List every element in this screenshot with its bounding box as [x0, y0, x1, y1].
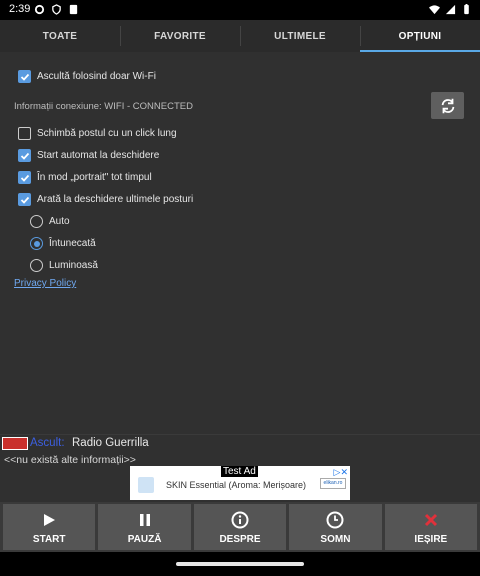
sim-card-icon	[69, 4, 78, 15]
connection-info: Informații conexiune: WIFI - CONNECTED	[14, 101, 193, 112]
close-icon	[424, 513, 437, 526]
now-playing-info: <<nu există alte informații>>	[4, 454, 136, 466]
ad-area: Test Ad SKIN Essential (Aroma: Merișoare…	[0, 466, 480, 502]
long-click-option[interactable]: Schimbă postul cu un click lung	[18, 127, 177, 140]
status-bar: 2:39	[0, 0, 480, 20]
about-label: DESPRE	[219, 533, 261, 545]
check-icon	[20, 152, 29, 160]
pause-button[interactable]: PAUZĂ	[98, 504, 191, 550]
tab-optiuni[interactable]: OPȚIUNI	[360, 20, 480, 52]
gear-icon	[34, 4, 45, 15]
now-playing-station: Radio Guerrilla	[72, 437, 149, 449]
control-bar: START PAUZĂ DESPRE SOMN IEȘIRE	[0, 502, 480, 552]
info-icon	[231, 511, 249, 528]
home-gesture-handle[interactable]	[176, 562, 304, 566]
status-time: 2:39	[9, 3, 31, 15]
portrait-label: În mod „portrait" tot timpul	[37, 172, 152, 183]
play-icon	[44, 513, 56, 526]
pause-label: PAUZĂ	[127, 533, 162, 545]
theme-auto-option[interactable]: Auto	[30, 215, 70, 228]
tab-ultimele[interactable]: ULTIMELE	[240, 20, 360, 52]
tab-bar: TOATE FAVORITE ULTIMELE OPȚIUNI	[0, 20, 480, 52]
wifi-only-option[interactable]: Ascultă folosind doar Wi-Fi	[18, 70, 156, 83]
ad-brand-logo: elikan.ro	[320, 478, 346, 489]
long-click-label: Schimbă postul cu un click lung	[37, 128, 177, 139]
about-button[interactable]: DESPRE	[193, 504, 287, 550]
now-playing-bar: Ascult: Radio Guerrilla <<nu există alte…	[0, 434, 480, 466]
ad-text: SKIN Essential (Aroma: Merișoare)	[166, 480, 307, 490]
system-nav-bar	[0, 552, 480, 576]
exit-label: IEȘIRE	[414, 533, 448, 545]
wifi-only-label: Ascultă folosind doar Wi-Fi	[37, 71, 156, 82]
privacy-policy-link[interactable]: Privacy Policy	[14, 278, 76, 289]
wifi-only-checkbox[interactable]	[18, 70, 31, 83]
pause-icon	[139, 513, 150, 526]
refresh-icon	[441, 98, 454, 113]
ad-label: Test Ad	[221, 466, 258, 477]
sleep-label: SOMN	[320, 533, 351, 545]
check-icon	[20, 196, 29, 204]
auto-start-label: Start automat la deschidere	[37, 150, 160, 161]
shield-icon	[52, 4, 61, 15]
tab-favorite[interactable]: FAVORITE	[120, 20, 240, 52]
exit-button[interactable]: IEȘIRE	[384, 504, 478, 550]
check-icon	[20, 174, 29, 182]
show-recent-option[interactable]: Arată la deschidere ultimele posturi	[18, 193, 193, 206]
battery-icon	[464, 4, 469, 15]
show-recent-label: Arată la deschidere ultimele posturi	[37, 194, 194, 205]
ad-product-image	[138, 477, 154, 493]
station-logo	[2, 437, 28, 450]
clock-icon	[326, 511, 344, 528]
theme-light-option[interactable]: Luminoasă	[30, 259, 98, 272]
theme-dark-label: Întunecată	[49, 238, 96, 249]
portrait-option[interactable]: În mod „portrait" tot timpul	[18, 171, 152, 184]
check-icon	[20, 73, 29, 81]
ad-banner[interactable]: Test Ad SKIN Essential (Aroma: Merișoare…	[130, 466, 350, 500]
now-playing-label: Ascult:	[30, 437, 65, 449]
theme-dark-radio[interactable]	[30, 237, 43, 250]
sleep-button[interactable]: SOMN	[289, 504, 382, 550]
start-label: START	[32, 533, 66, 545]
theme-dark-option[interactable]: Întunecată	[30, 237, 96, 250]
options-panel: Ascultă folosind doar Wi-Fi Informații c…	[0, 52, 480, 434]
theme-auto-radio[interactable]	[30, 215, 43, 228]
signal-icon	[445, 4, 456, 15]
portrait-checkbox[interactable]	[18, 171, 31, 184]
auto-start-checkbox[interactable]	[18, 149, 31, 162]
theme-light-radio[interactable]	[30, 259, 43, 272]
theme-light-label: Luminoasă	[49, 260, 98, 271]
ad-close-icon[interactable]: ▷✕	[334, 467, 348, 478]
wifi-icon	[429, 5, 440, 15]
show-recent-checkbox[interactable]	[18, 193, 31, 206]
theme-auto-label: Auto	[49, 216, 70, 227]
refresh-button[interactable]	[431, 92, 464, 119]
long-click-checkbox[interactable]	[18, 127, 31, 140]
tab-toate[interactable]: TOATE	[0, 20, 120, 52]
auto-start-option[interactable]: Start automat la deschidere	[18, 149, 159, 162]
start-button[interactable]: START	[3, 504, 96, 550]
